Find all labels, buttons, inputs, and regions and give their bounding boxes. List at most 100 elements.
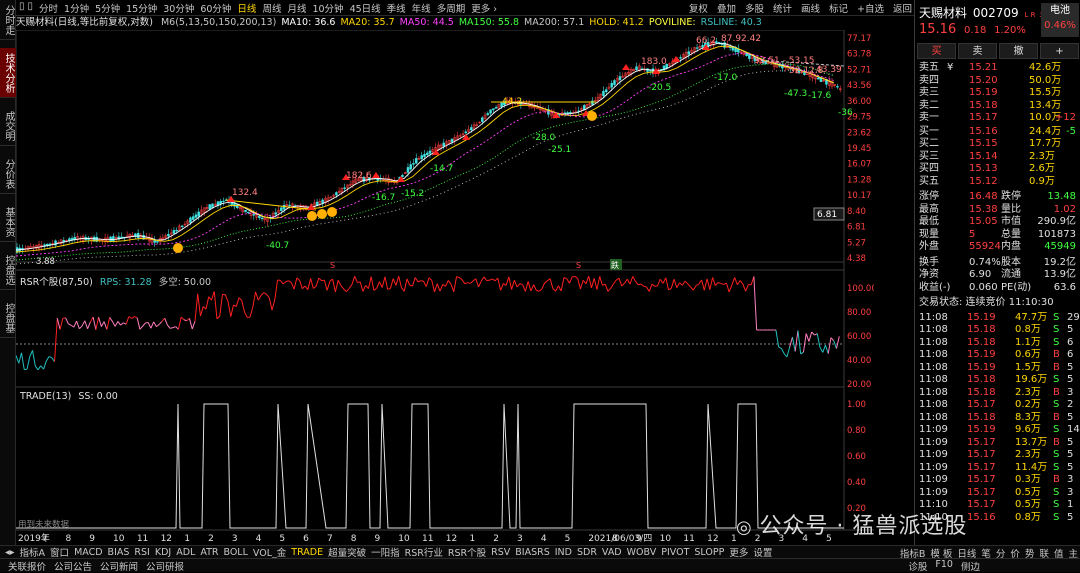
- status-link-0[interactable]: 关联报价: [8, 559, 46, 573]
- indicator-tab-15[interactable]: RSV: [491, 547, 510, 558]
- right-tab-3[interactable]: 笔: [981, 546, 991, 558]
- indicator-tab-1[interactable]: 窗口: [50, 545, 69, 558]
- toolbar-button-7[interactable]: 返回: [893, 1, 912, 15]
- right-tab-5[interactable]: 价: [1010, 546, 1020, 558]
- toolbar-button-2[interactable]: 多股: [745, 1, 764, 15]
- right-tab-2[interactable]: 日线: [957, 546, 976, 558]
- timeframe-tab-2[interactable]: 5分钟: [95, 1, 120, 15]
- sell-level-3[interactable]: 卖二15.1813.4万: [919, 100, 1078, 113]
- left-tab-3[interactable]: 分价表: [0, 154, 16, 194]
- indicator-tab-21[interactable]: PIVOT: [661, 547, 689, 558]
- indicator-tab-24[interactable]: 设置: [753, 545, 772, 558]
- rsr-legend: RSR个股(87,50) RPS: 31.28 多空: 50.00: [20, 274, 211, 288]
- timeframe-tab-11[interactable]: 季线: [387, 1, 406, 15]
- buy-level-3[interactable]: 买四15.132.6万: [919, 163, 1078, 176]
- indicator-tab-11[interactable]: 超量突破: [328, 545, 366, 558]
- action-button-3[interactable]: +: [1040, 43, 1079, 59]
- indicator-tab-22[interactable]: SLOPP: [694, 547, 724, 558]
- buy-level-1[interactable]: 买二15.1517.7万: [919, 138, 1078, 151]
- toolbar-button-6[interactable]: +自选: [857, 1, 884, 15]
- tick-time: 11:08: [919, 324, 948, 337]
- timeframe-tab-6[interactable]: 日线: [237, 1, 256, 15]
- status-right: 诊股 F10 侧边: [900, 559, 980, 573]
- indicator-tab-8[interactable]: BOLL: [223, 547, 247, 558]
- indicator-tab-20[interactable]: WOBV: [627, 547, 657, 558]
- action-button-2[interactable]: 撤: [999, 43, 1038, 59]
- right-tab-0[interactable]: 指标B: [900, 546, 926, 558]
- right-tab-7[interactable]: 联: [1039, 546, 1049, 558]
- buy-level-2[interactable]: 买三15.142.3万: [919, 151, 1078, 164]
- right-tab-6[interactable]: 势: [1025, 546, 1035, 558]
- timeframe-tab-5[interactable]: 60分钟: [200, 1, 231, 15]
- tick-price: 15.18: [967, 374, 996, 387]
- sell-level-0[interactable]: 卖五¥15.2142.6万: [919, 62, 1078, 75]
- left-tab-4[interactable]: 基本资料: [0, 202, 16, 242]
- timeframe-tab-10[interactable]: 45日线: [350, 1, 381, 15]
- timeframe-tab-12[interactable]: 年线: [412, 1, 431, 15]
- date-tick-5: 11: [137, 534, 148, 544]
- timeframe-tab-0[interactable]: 分时: [39, 1, 58, 15]
- indicator-tab-12[interactable]: 一阳指: [371, 545, 400, 558]
- sell-level-1[interactable]: 卖四15.2050.0万: [919, 75, 1078, 88]
- label-down-0: -40.7: [266, 241, 289, 251]
- status-link-3[interactable]: 公司研报: [146, 559, 184, 573]
- left-tab-0[interactable]: 分时走势: [0, 0, 16, 40]
- status-right-link-1[interactable]: F10: [935, 559, 953, 573]
- left-tab-2[interactable]: 成交明细: [0, 106, 16, 146]
- indicator-tab-7[interactable]: ATR: [200, 547, 218, 558]
- timeframe-tab-14[interactable]: 更多 ›: [471, 1, 497, 15]
- sell-level-4[interactable]: 卖一15.1710.0万+12: [919, 112, 1078, 125]
- action-button-0[interactable]: 买: [917, 43, 956, 59]
- indicator-tab-10[interactable]: TRADE: [291, 547, 323, 558]
- timeframe-tab-9[interactable]: 10分钟: [312, 1, 343, 15]
- left-tab-6[interactable]: 控盘基本: [0, 298, 16, 338]
- indicator-tab-9[interactable]: VOL_金: [253, 545, 286, 558]
- status-right-link-0[interactable]: 诊股: [908, 559, 927, 573]
- timeframe-tab-4[interactable]: 30分钟: [163, 1, 194, 15]
- indicator-tab-17[interactable]: IND: [555, 547, 572, 558]
- left-tab-5[interactable]: 控盘选股: [0, 250, 16, 290]
- marker-s-1: S: [330, 261, 335, 270]
- buy-level-0[interactable]: 买一15.1624.4万-5: [919, 126, 1078, 139]
- timeframe-tab-8[interactable]: 月线: [287, 1, 306, 15]
- status-right-link-2[interactable]: 侧边: [961, 559, 980, 573]
- left-tab-1[interactable]: 技术分析: [0, 48, 16, 98]
- timeframe-tab-13[interactable]: 多周期: [437, 1, 466, 15]
- tab-arrows[interactable]: ◂▸: [5, 547, 15, 558]
- right-tab-8[interactable]: 值: [1054, 546, 1064, 558]
- right-tab-1[interactable]: 模 板: [930, 546, 952, 558]
- indicator-tab-2[interactable]: MACD: [74, 547, 102, 558]
- sell-price: 15.17: [969, 112, 998, 125]
- toolbar-button-0[interactable]: 复权: [689, 1, 708, 15]
- indicator-tab-13[interactable]: RSR行业: [405, 545, 443, 558]
- status-link-1[interactable]: 公司公告: [54, 559, 92, 573]
- panel-icon[interactable]: ▯: [19, 1, 25, 15]
- sell-level-2[interactable]: 卖三15.1915.5万: [919, 87, 1078, 100]
- toolbar-button-3[interactable]: 统计: [773, 1, 792, 15]
- status-link-2[interactable]: 公司新闻: [100, 559, 138, 573]
- tick-count: 5: [1067, 412, 1073, 425]
- indicator-tab-19[interactable]: VAD: [602, 547, 622, 558]
- indicator-tab-6[interactable]: ADL: [176, 547, 195, 558]
- timeframe-tab-7[interactable]: 周线: [262, 1, 281, 15]
- right-tab-4[interactable]: 分: [996, 546, 1006, 558]
- indicator-tab-14[interactable]: RSR个股: [448, 545, 486, 558]
- toolbar-button-1[interactable]: 叠加: [717, 1, 736, 15]
- panel-icon-2[interactable]: ▯: [28, 1, 34, 15]
- toolbar-button-5[interactable]: 标记: [829, 1, 848, 15]
- indicator-tab-16[interactable]: BIASRS: [515, 547, 549, 558]
- sector-button[interactable]: 电池 0.46%: [1041, 3, 1079, 37]
- buy-level-4[interactable]: 买五15.120.9万: [919, 176, 1078, 189]
- toolbar-button-4[interactable]: 画线: [801, 1, 820, 15]
- indicator-tab-4[interactable]: RSI: [134, 547, 149, 558]
- right-tab-9[interactable]: 主: [1068, 546, 1078, 558]
- indicator-tab-23[interactable]: 更多: [729, 545, 748, 558]
- indicator-tab-5[interactable]: KDJ: [155, 547, 171, 558]
- indicator-tab-18[interactable]: SDR: [577, 547, 597, 558]
- timeframe-tab-1[interactable]: 1分钟: [64, 1, 89, 15]
- indicator-tab-3[interactable]: BIAS: [108, 547, 130, 558]
- timeframe-tab-3[interactable]: 15分钟: [126, 1, 157, 15]
- action-button-1[interactable]: 卖: [958, 43, 997, 59]
- watermark-text: 公众号 · 猛兽派选股: [759, 514, 967, 539]
- indicator-tab-0[interactable]: 指标A: [20, 545, 46, 558]
